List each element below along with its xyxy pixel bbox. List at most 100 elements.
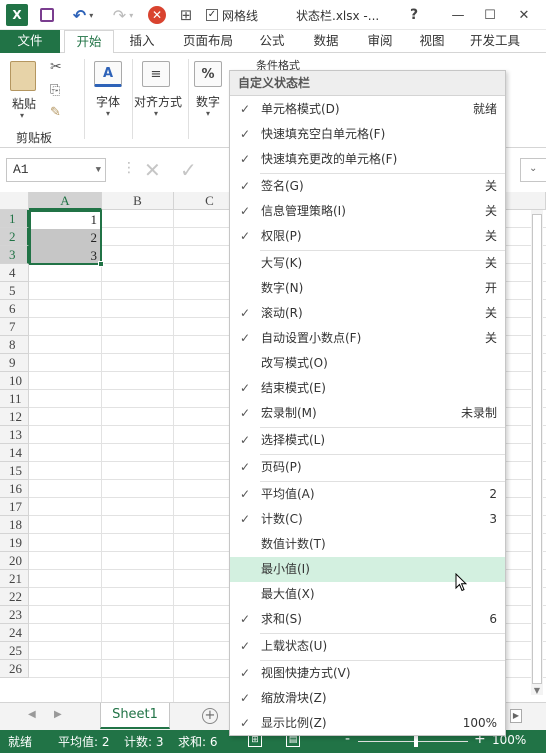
row-header[interactable]: 8 [0,336,29,354]
column-header[interactable]: B [102,192,174,210]
menu-item[interactable]: ✓ 上载状态(U) [230,634,505,659]
row-header[interactable]: 2 [0,228,29,246]
row-header[interactable]: 11 [0,390,29,408]
menu-item[interactable]: ✓ 签名(G) 关 [230,174,505,199]
clear-icon[interactable]: ✕ [146,0,168,30]
format-painter-icon[interactable]: ✎ [50,105,61,120]
menu-item[interactable]: ✓ 宏录制(M) 未录制 [230,401,505,426]
menu-item[interactable]: ✓ 自动设置小数点(F) 关 [230,326,505,351]
row-header[interactable]: 19 [0,534,29,552]
row-header[interactable]: 18 [0,516,29,534]
gridlines-checkbox[interactable]: ✓ 网格线 [206,0,258,30]
menu-item[interactable]: ✓ 选择模式(L) [230,428,505,453]
alignment-icon[interactable]: ≡ [142,61,170,87]
row-header[interactable]: 17 [0,498,29,516]
row-header[interactable]: 20 [0,552,29,570]
tab-file[interactable]: 文件 [0,30,60,53]
formula-input[interactable]: ⌄ [520,158,546,182]
row-header[interactable]: 21 [0,570,29,588]
tab-page-layout[interactable]: 页面布局 [176,30,240,53]
row-header[interactable]: 9 [0,354,29,372]
row-header[interactable]: 16 [0,480,29,498]
copy-icon[interactable]: ⎘ [50,83,60,98]
menu-item[interactable]: ✓ 权限(P) 关 [230,224,505,249]
number-dropdown-icon[interactable]: ▾ [206,109,210,118]
row-header[interactable]: 26 [0,660,29,678]
menu-item[interactable]: 改写模式(O) [230,351,505,376]
tab-developer[interactable]: 开发工具 [464,30,526,53]
row-header[interactable]: 10 [0,372,29,390]
row-header[interactable]: 5 [0,282,29,300]
row-header[interactable]: 7 [0,318,29,336]
menu-item[interactable]: ✓ 计数(C) 3 [230,507,505,532]
zoom-slider-thumb[interactable] [414,735,418,747]
font-icon[interactable]: A [94,61,122,87]
tab-insert[interactable]: 插入 [120,30,164,53]
alignment-label[interactable]: 对齐方式 [134,93,182,110]
row-header[interactable]: 22 [0,588,29,606]
paste-label[interactable]: 粘贴 [12,95,36,112]
font-dropdown-icon[interactable]: ▾ [106,109,110,118]
font-label[interactable]: 字体 [96,93,120,110]
row-header[interactable]: 4 [0,264,29,282]
scroll-down-icon[interactable]: ▼ [531,686,543,698]
borders-icon[interactable]: ⊞ [176,0,196,30]
fill-handle[interactable] [98,261,104,267]
tab-view[interactable]: 视图 [412,30,452,53]
help-icon[interactable]: ? [404,0,424,30]
menu-item[interactable]: ✓ 求和(S) 6 [230,607,505,632]
undo-icon[interactable]: ↶ ▾ [66,0,100,30]
tab-home[interactable]: 开始 [64,30,114,54]
minimize-button[interactable]: — [446,0,470,30]
menu-item[interactable]: ✓ 快速填充更改的单元格(F) [230,147,505,172]
zoom-slider[interactable] [358,741,468,742]
save-icon[interactable] [38,0,56,30]
restore-button[interactable]: ☐ [478,0,502,30]
column-header[interactable]: A [29,192,102,210]
sheet-prev-icon[interactable]: ◀ [28,709,36,720]
row-header[interactable]: 14 [0,444,29,462]
tab-review[interactable]: 审阅 [360,30,400,53]
menu-item[interactable]: ✓ 滚动(R) 关 [230,301,505,326]
menu-item[interactable]: ✓ 视图快捷方式(V) [230,661,505,686]
menu-item[interactable]: 大写(K) 关 [230,251,505,276]
menu-item[interactable]: ✓ 结束模式(E) [230,376,505,401]
row-header[interactable]: 23 [0,606,29,624]
number-format-icon[interactable]: % [194,61,222,87]
alignment-dropdown-icon[interactable]: ▾ [154,109,158,118]
row-header[interactable]: 24 [0,624,29,642]
cut-icon[interactable]: ✂ [50,59,62,75]
menu-item[interactable]: ✓ 缩放滑块(Z) [230,686,505,711]
sheet-tab[interactable]: Sheet1 [100,703,170,729]
sheet-next-icon[interactable]: ▶ [54,709,62,720]
menu-item[interactable]: ✓ 显示比例(Z) 100% [230,711,505,736]
close-button[interactable]: ✕ [512,0,536,30]
redo-icon[interactable]: ↷ ▾ [106,0,140,30]
menu-item[interactable]: ✓ 单元格模式(D) 就绪 [230,97,505,122]
paste-dropdown-icon[interactable]: ▾ [20,111,24,120]
menu-item[interactable]: ✓ 快速填充空白单元格(F) [230,122,505,147]
row-header[interactable]: 12 [0,408,29,426]
enter-icon[interactable]: ✓ [180,158,197,182]
menu-item[interactable]: ✓ 页码(P) [230,455,505,480]
row-header[interactable]: 25 [0,642,29,660]
number-label[interactable]: 数字 [196,93,220,110]
name-box[interactable]: A1 ▼ [6,158,106,182]
row-header[interactable]: 15 [0,462,29,480]
menu-item[interactable]: ✓ 平均值(A) 2 [230,482,505,507]
row-header[interactable]: 13 [0,426,29,444]
cancel-icon[interactable]: ✕ [144,158,161,182]
menu-item[interactable]: ✓ 信息管理策略(I) 关 [230,199,505,224]
tab-data[interactable]: 数据 [306,30,346,53]
row-header[interactable]: 1 [0,210,29,228]
row-header[interactable]: 6 [0,300,29,318]
add-sheet-icon[interactable]: + [202,708,218,724]
select-all-corner[interactable] [0,192,29,210]
menu-item[interactable]: 数值计数(T) [230,532,505,557]
scroll-right-icon[interactable]: ▶ [510,709,522,723]
tab-formulas[interactable]: 公式 [252,30,292,53]
row-header[interactable]: 3 [0,246,29,264]
paste-icon[interactable] [10,61,36,91]
vertical-scroll-thumb[interactable] [532,214,542,684]
menu-item[interactable]: 数字(N) 开 [230,276,505,301]
